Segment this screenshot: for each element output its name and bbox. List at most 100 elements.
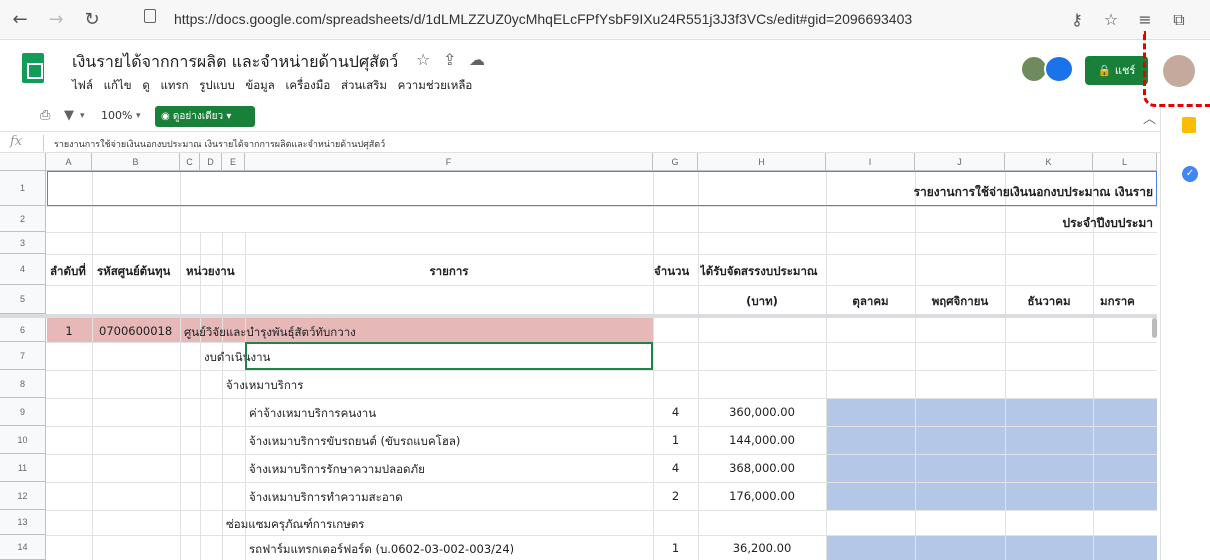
column-header[interactable]: K [1005,153,1093,171]
fiscal-year-title[interactable]: ประจำปีงบประมา [1062,214,1153,233]
qty-cell[interactable]: 4 [653,461,698,475]
menu-file[interactable]: ไฟล์ [72,78,93,92]
seq-cell[interactable]: 1 [46,324,92,338]
view-only-button[interactable]: ◉ ดูอย่างเดียว ▾ [155,106,255,127]
header-jan[interactable]: มกราค [1100,293,1135,311]
row-header[interactable]: 11 [0,454,46,482]
amount-cell[interactable]: 36,200.00 [698,541,826,555]
subcategory-cell[interactable]: จ้างเหมาบริการ [226,377,303,395]
header-seq[interactable]: ลำดับที่ [50,263,86,281]
collapse-header-icon[interactable]: ︿ [1143,108,1156,127]
address-bar[interactable]: https://docs.google.com/spreadsheets/d/1… [124,5,1124,35]
row-header[interactable]: 1 [0,171,46,206]
header-item[interactable]: รายการ [245,263,653,281]
grid-line [915,171,916,560]
column-header[interactable]: H [698,153,826,171]
freeze-divider[interactable] [0,314,1157,318]
row-header[interactable]: 7 [0,342,46,370]
qty-cell[interactable]: 1 [653,541,698,555]
column-header[interactable]: G [653,153,698,171]
amount-cell[interactable]: 360,000.00 [698,405,826,419]
meet-icon[interactable] [1044,55,1074,83]
menu-format[interactable]: รูปแบบ [199,78,235,92]
document-title[interactable]: เงินรายได้จากการผลิต และจำหน่ายด้านปศุสั… [72,50,398,75]
row-header[interactable]: 13 [0,510,46,535]
collections-icon[interactable]: ⧉ [1168,9,1190,31]
menu-help[interactable]: ความช่วยเหลือ [398,78,473,92]
header-dec[interactable]: ธันวาคม [1005,293,1093,311]
item-name-cell[interactable]: จ้างเหมาบริการขับรถยนต์ (ขับรถแบคโฮล) [249,433,460,451]
item-name-cell[interactable]: ค่าจ้างเหมาบริการคนงาน [249,405,376,423]
unit-name-cell[interactable]: ศูนย์วิจัยและบำรุงพันธุ์สัตว์ทับกวาง [184,324,356,342]
forward-icon[interactable]: → [44,8,68,32]
row-header[interactable]: 2 [0,206,46,232]
chevron-down-icon[interactable]: ▾ [136,111,141,121]
amount-cell[interactable]: 176,000.00 [698,489,826,503]
cost-center-cell[interactable]: 0700600018 [99,324,172,338]
highlight-annotation [1143,31,1210,107]
column-header[interactable]: J [915,153,1005,171]
zoom-select[interactable]: 100% [101,109,132,122]
formula-content[interactable]: รายงานการใช้จ่ายเงินนอกงบประมาณ เงินรายไ… [54,137,385,151]
row-header[interactable]: 12 [0,482,46,510]
print-icon[interactable]: ⎙ [40,108,50,123]
row-header[interactable]: 5 [0,285,46,314]
column-header[interactable]: B [92,153,180,171]
move-icon[interactable]: ⇪ [443,50,456,69]
header-unit[interactable]: หน่วยงาน [186,263,235,281]
qty-cell[interactable]: 2 [653,489,698,503]
menu-insert[interactable]: แทรก [160,78,188,92]
spreadsheet-grid[interactable]: A B C D E F G H I J K L 1 2 3 4 5 6 7 8 … [0,153,1157,560]
tasks-icon[interactable]: ✓ [1182,166,1198,182]
column-header[interactable]: E [222,153,245,171]
column-header[interactable]: C [180,153,200,171]
subcategory-cell[interactable]: ซ่อมแซมครุภัณฑ์การเกษตร [226,516,364,534]
column-header[interactable]: I [826,153,915,171]
sheets-logo-icon[interactable] [22,53,44,83]
column-header[interactable]: D [200,153,222,171]
amount-cell[interactable]: 144,000.00 [698,433,826,447]
header-nov[interactable]: พฤศจิกายน [915,293,1005,311]
row-header[interactable]: 8 [0,370,46,398]
star-icon[interactable]: ☆ [1100,9,1122,31]
column-header[interactable]: F [245,153,653,171]
menu-tools[interactable]: เครื่องมือ [285,78,330,92]
menu-data[interactable]: ข้อมูล [245,78,274,92]
header-cost-center[interactable]: รหัสศูนย์ต้นทุน [97,263,170,281]
row-header[interactable]: 9 [0,398,46,426]
row-header[interactable]: 6 [0,318,46,342]
lock-icon: 🔒 [1097,64,1115,77]
qty-cell[interactable]: 1 [653,433,698,447]
report-title[interactable]: รายงานการใช้จ่ายเงินนอกงบประมาณ เงินราย [914,183,1153,202]
header-qty[interactable]: จำนวน [654,263,689,281]
header-baht[interactable]: (บาท) [698,293,826,311]
header-budget[interactable]: ได้รับจัดสรรงบประมาณ [700,263,818,281]
amount-cell[interactable]: 368,000.00 [698,461,826,475]
collaborator-avatars[interactable] [1020,55,1078,83]
row-header[interactable]: 10 [0,426,46,454]
filter-icon[interactable]: ▼ [64,108,74,123]
row-header[interactable]: 14 [0,535,46,560]
row-header[interactable]: 4 [0,254,46,285]
share-button[interactable]: 🔒 แชร์ [1085,56,1148,85]
header-oct[interactable]: ตุลาคม [826,293,915,311]
menu-addons[interactable]: ส่วนเสริม [341,78,387,92]
reload-icon[interactable]: ↻ [80,8,104,32]
column-header[interactable]: A [46,153,92,171]
back-icon[interactable]: ← [8,8,32,32]
menu-edit[interactable]: แก้ไข [104,78,132,92]
row-header[interactable]: 3 [0,232,46,254]
reading-list-icon[interactable]: ≡ [1134,9,1156,31]
item-name-cell[interactable]: รถฟาร์มแทรกเตอร์ฟอร์ด (บ.0602-03-002-003… [249,541,514,559]
qty-cell[interactable]: 4 [653,405,698,419]
key-icon[interactable]: ⚷ [1066,9,1088,31]
vertical-scrollbar[interactable] [1152,318,1157,338]
keep-icon[interactable] [1182,117,1196,133]
star-icon[interactable]: ☆ [416,50,430,69]
chevron-down-icon[interactable]: ▾ [80,111,85,121]
item-name-cell[interactable]: จ้างเหมาบริการทำความสะอาด [249,489,403,507]
item-name-cell[interactable]: จ้างเหมาบริการรักษาความปลอดภัย [249,461,425,479]
select-all-corner[interactable] [0,153,46,171]
column-header[interactable]: L [1093,153,1157,171]
menu-view[interactable]: ดู [142,78,149,92]
